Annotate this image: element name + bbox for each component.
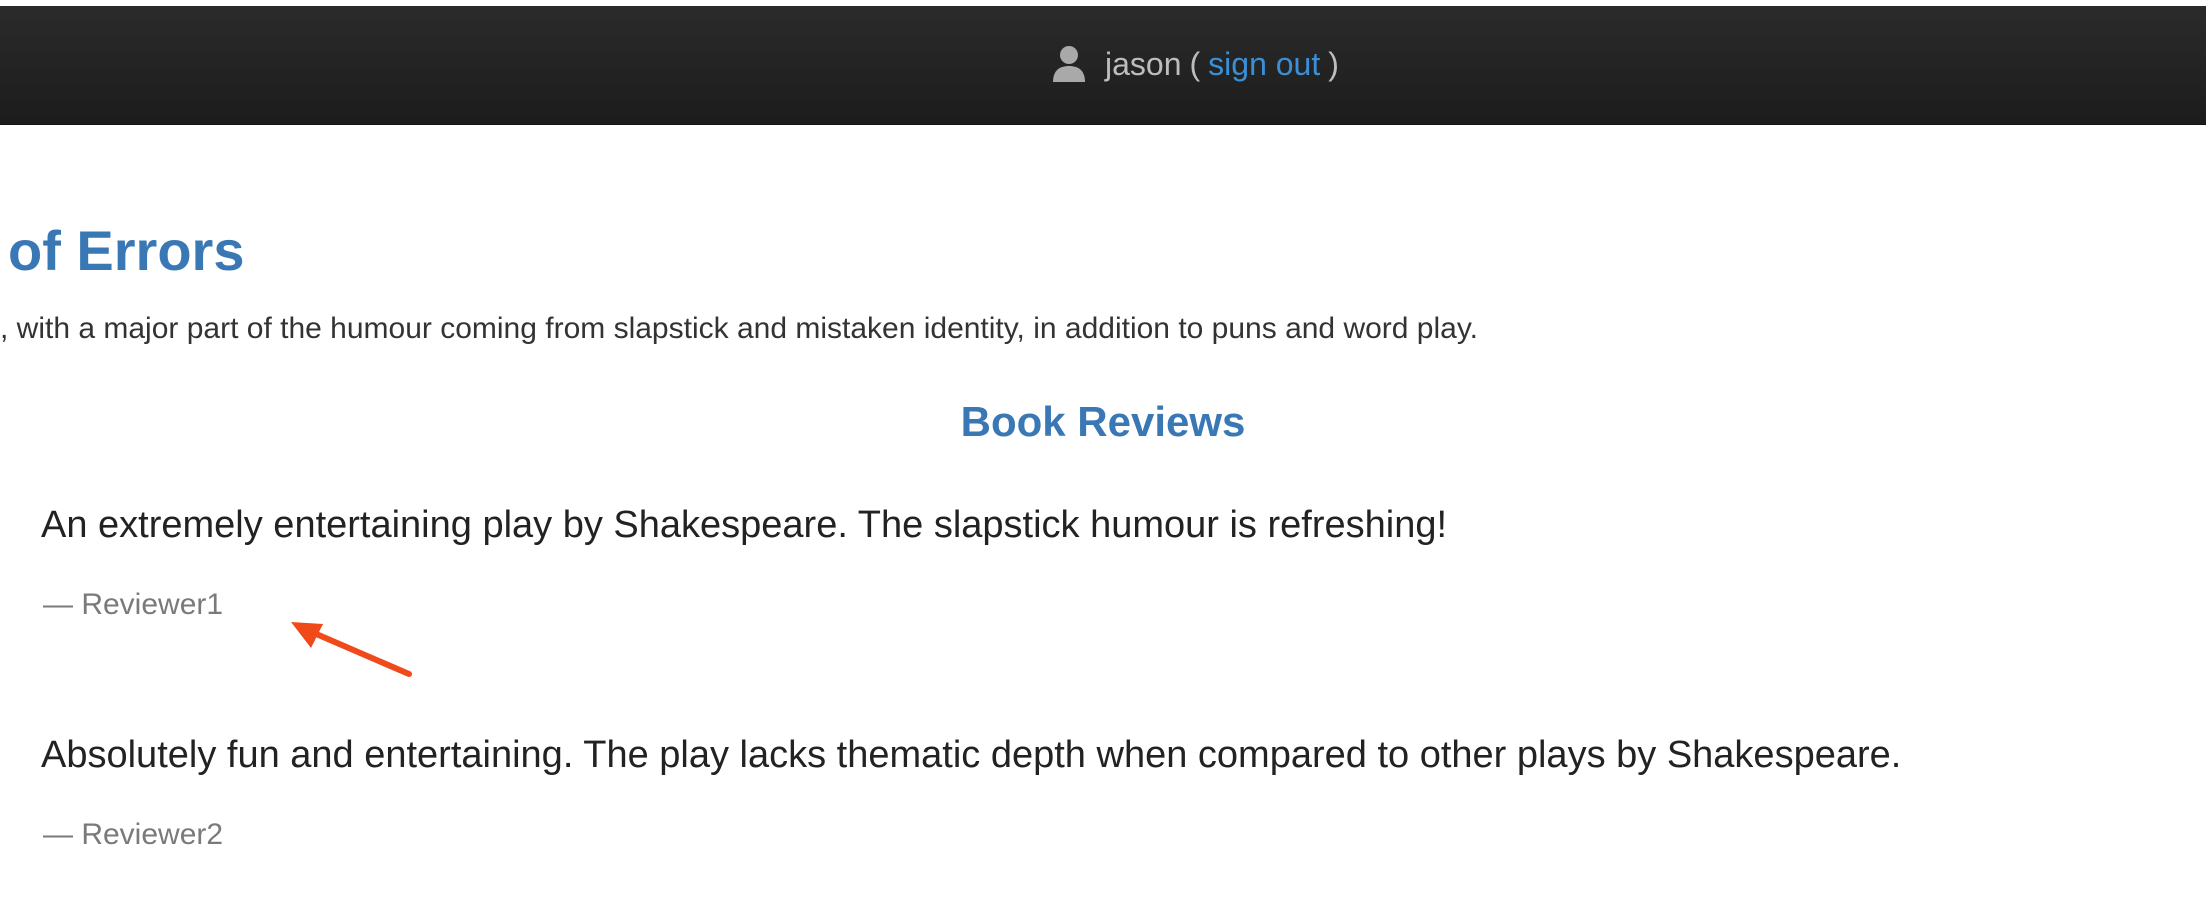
top-navbar: jason ( sign out ) [0, 6, 2206, 125]
review-author-2: — Reviewer2 [43, 818, 224, 851]
review-author-1: — Reviewer1 [43, 588, 224, 621]
book-title: of Errors [8, 219, 245, 282]
book-description: , with a major part of the humour coming… [0, 312, 1478, 345]
review-text-2: Absolutely fun and entertaining. The pla… [41, 734, 1902, 776]
close-paren: ) [1328, 45, 1339, 82]
reviews-heading-text: Book Reviews [960, 398, 1246, 445]
arrow-icon [291, 622, 412, 677]
review-text-1: An extremely entertaining play by Shakes… [41, 504, 1448, 546]
open-paren: ( [1189, 45, 1201, 82]
user-info: jason ( sign out ) [1051, 42, 1339, 86]
page: jason ( sign out ) of Errors , with a ma… [0, 0, 2206, 908]
sign-out-link[interactable]: sign out [1208, 46, 1320, 83]
username: jason [1105, 45, 1182, 82]
user-icon [1051, 44, 1087, 84]
reviews-heading: Book Reviews [0, 398, 2206, 446]
